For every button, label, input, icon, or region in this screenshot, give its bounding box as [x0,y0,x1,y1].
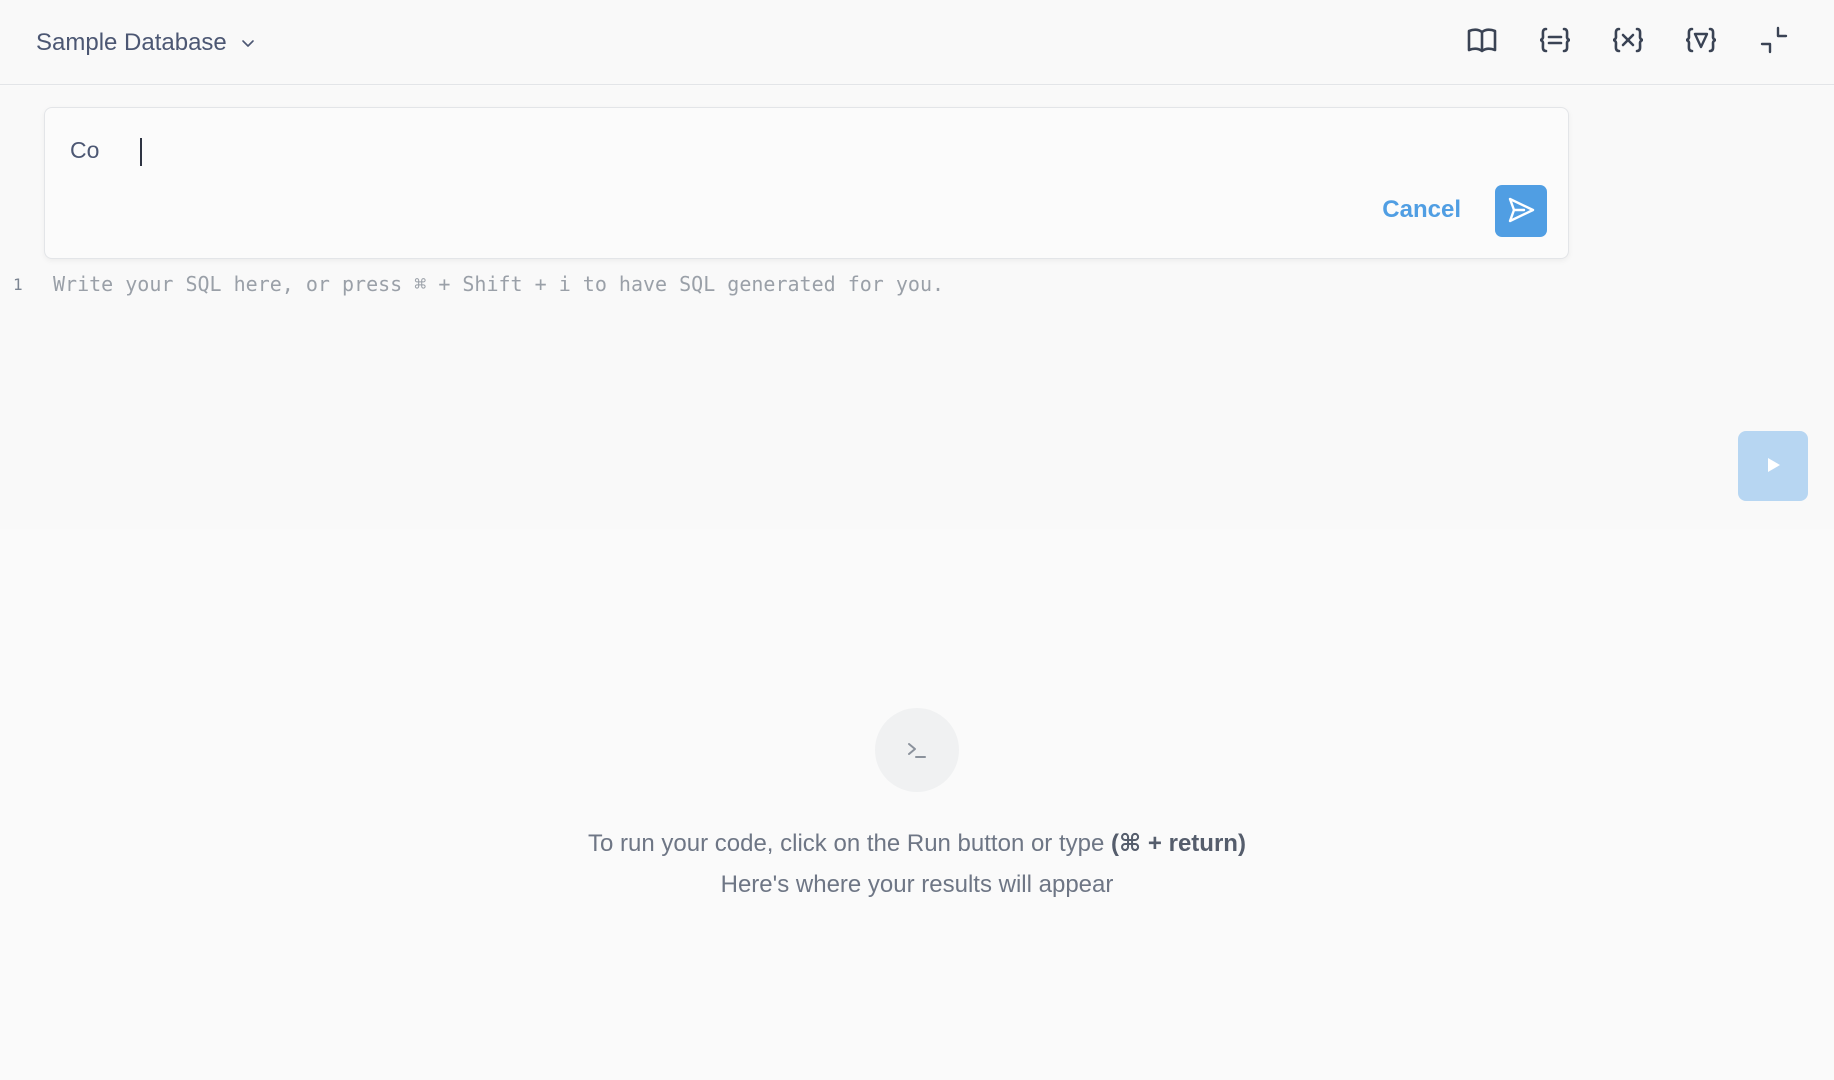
send-icon [1506,195,1536,228]
run-query-button[interactable] [1738,431,1808,501]
ai-prompt-box: Cancel [44,107,1569,259]
play-icon [1763,455,1783,478]
run-instructions: To run your code, click on the Run butto… [588,830,1246,857]
database-picker-label: Sample Database [36,29,227,56]
cancel-button[interactable]: Cancel [1382,196,1461,224]
native-query-editor: Sample Database Co Cancel 1 Write your S… [0,0,1834,1080]
preview-query-button[interactable] [1678,22,1723,64]
send-prompt-button[interactable] [1495,185,1547,237]
run-shortcut: (⌘ + return) [1111,830,1246,857]
sql-editor-placeholder: Write your SQL here, or press ⌘ + Shift … [53,272,945,296]
snippets-button[interactable] [1532,22,1577,64]
results-hint: Here's where your results will appear [720,871,1114,898]
collapse-icon [1759,25,1789,61]
editor-toolbar [1459,22,1796,64]
terminal-icon [875,708,959,792]
database-picker[interactable]: Sample Database [36,26,257,60]
results-pane: To run your code, click on the Run butto… [0,529,1834,1080]
collapse-editor-button[interactable] [1751,22,1796,64]
results-empty-message: To run your code, click on the Run butto… [0,823,1834,905]
ai-prompt-input[interactable] [70,130,1270,170]
snippets-icon [1538,27,1572,59]
chevron-down-icon [239,34,257,52]
variables-button[interactable] [1605,22,1650,64]
editor-header: Sample Database [0,0,1834,85]
data-reference-button[interactable] [1459,22,1504,64]
preview-query-icon [1684,27,1718,59]
sql-editor-pane: Cancel 1 Write your SQL here, or press ⌘… [0,86,1834,615]
code-line[interactable]: 1 Write your SQL here, or press ⌘ + Shif… [0,272,1834,302]
variables-icon [1611,27,1645,59]
text-cursor [140,138,142,166]
line-number: 1 [13,275,23,294]
book-icon [1467,27,1497,59]
